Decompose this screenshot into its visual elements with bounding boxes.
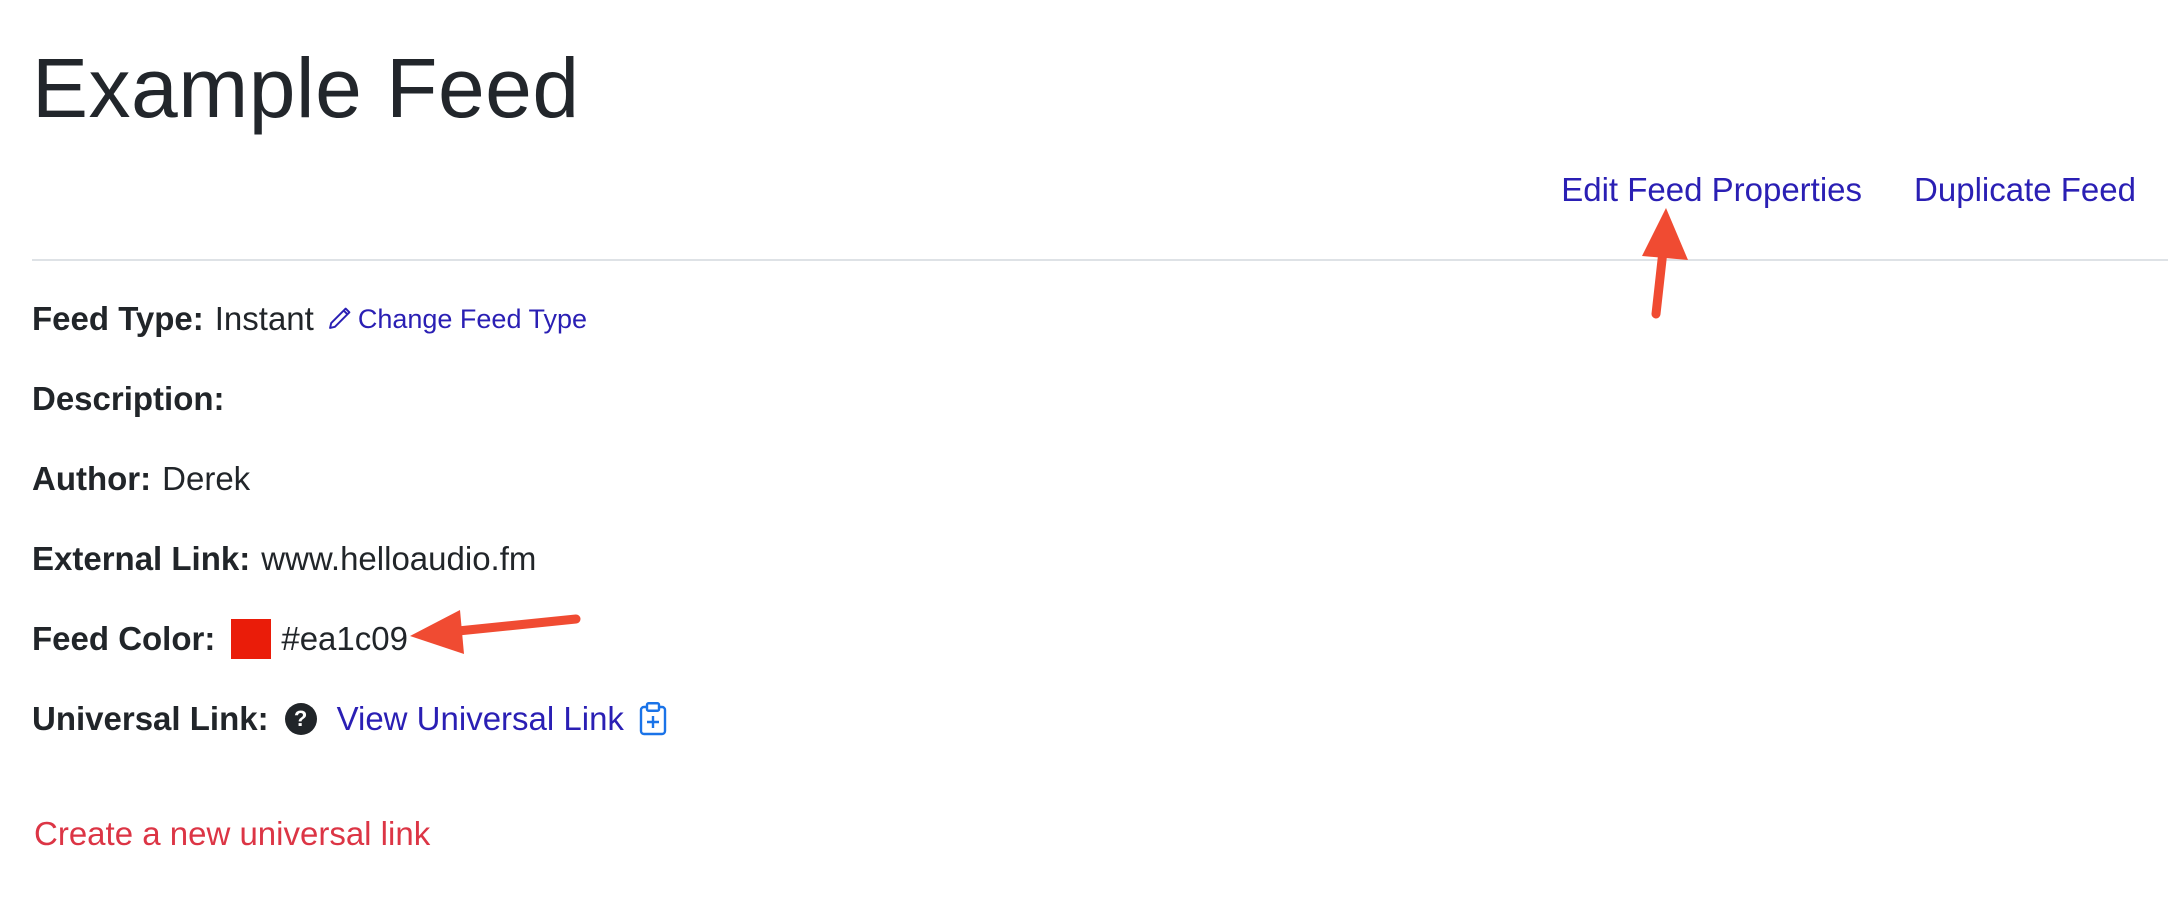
universal-link-row: Universal Link: ? View Universal Link <box>32 697 668 741</box>
external-link[interactable]: www.helloaudio.fm <box>261 537 536 581</box>
feed-type-row: Feed Type: Instant Change Feed Type <box>32 297 587 341</box>
description-row: Description: <box>32 377 236 421</box>
feed-type-value: Instant <box>214 300 314 337</box>
external-link-row: External Link: www.helloaudio.fm <box>32 537 536 581</box>
change-feed-type-label: Change Feed Type <box>357 304 588 334</box>
pencil-icon <box>328 307 351 329</box>
divider <box>32 259 2168 261</box>
duplicate-feed-link[interactable]: Duplicate Feed <box>1914 168 2136 212</box>
annotation-arrow-edit <box>1642 208 1688 319</box>
create-universal-link[interactable]: Create a new universal link <box>34 812 430 856</box>
feed-type-label: Feed Type: <box>32 300 204 337</box>
feed-page: Example Feed Edit Feed Properties Duplic… <box>0 0 2176 912</box>
feed-color-row: Feed Color: #ea1c09 <box>32 617 408 661</box>
author-row: Author: Derek <box>32 457 250 501</box>
feed-color-value: #ea1c09 <box>281 620 408 657</box>
change-feed-type-link[interactable]: Change Feed Type <box>326 297 587 341</box>
page-title: Example Feed <box>32 41 580 135</box>
feed-color-label: Feed Color: <box>32 620 216 657</box>
description-label: Description: <box>32 380 225 417</box>
color-swatch <box>231 619 272 659</box>
clipboard-plus-icon[interactable] <box>638 701 668 737</box>
author-label: Author: <box>32 460 152 497</box>
question-circle-icon[interactable]: ? <box>284 703 317 735</box>
feed-actions: Edit Feed Properties Duplicate Feed <box>1561 168 2136 212</box>
view-universal-link[interactable]: View Universal Link <box>337 697 624 741</box>
author-value: Derek <box>162 460 251 497</box>
edit-feed-properties-link[interactable]: Edit Feed Properties <box>1561 168 1862 212</box>
external-link-label: External Link: <box>32 540 251 577</box>
annotation-arrow-color <box>410 610 581 654</box>
universal-link-label: Universal Link: <box>32 700 269 737</box>
